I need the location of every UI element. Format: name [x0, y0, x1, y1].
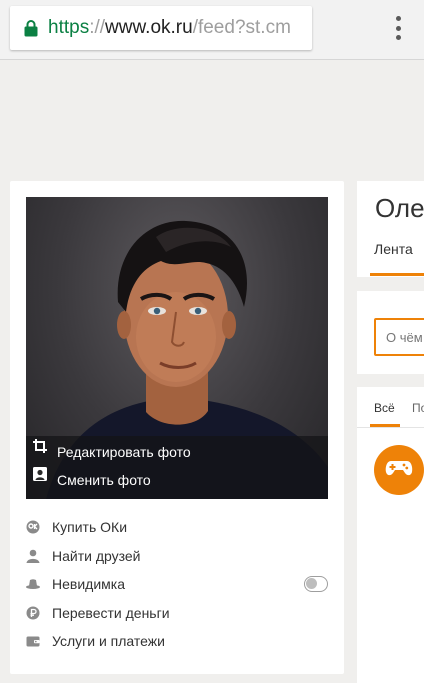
gamepad-icon [385, 458, 413, 483]
change-photo-button[interactable]: Сменить фото [32, 466, 151, 494]
tab-feed[interactable]: Лента [374, 241, 413, 257]
overflow-menu-icon[interactable] [388, 14, 408, 42]
address-bar[interactable]: https://www.ok.ru/feed?st.cm [10, 6, 312, 50]
browser-toolbar: https://www.ok.ru/feed?st.cm [0, 0, 424, 60]
url-path: /feed?st.cm [192, 17, 291, 38]
divider [357, 427, 424, 428]
menu-item-find-friends[interactable]: Найти друзей [26, 542, 328, 571]
ok-coins-icon [26, 520, 40, 534]
invisible-toggle[interactable] [304, 576, 328, 592]
menu-item-transfer-money[interactable]: Перевести деньги [26, 599, 328, 628]
menu-item-label: Перевести деньги [52, 604, 170, 621]
crop-icon [32, 439, 48, 460]
menu-item-label: Невидимка [52, 576, 125, 593]
photo-actions-overlay: Редактировать фото Сменить фото [26, 436, 328, 499]
hat-icon [26, 577, 40, 591]
lock-icon [24, 19, 38, 37]
menu-item-label: Купить ОКи [52, 519, 128, 536]
feed-filter-next[interactable]: По [412, 401, 424, 415]
game-avatar[interactable] [374, 445, 424, 495]
url-separator: :// [89, 17, 106, 38]
ruble-icon [26, 606, 40, 620]
post-composer-card: О чём [357, 291, 424, 374]
url-text: https://www.ok.ru/feed?st.cm [48, 17, 291, 39]
user-name[interactable]: Оле [375, 193, 424, 224]
menu-item-services-payments[interactable]: Услуги и платежи [26, 627, 328, 656]
portrait-icon [32, 467, 48, 488]
menu-item-label: Услуги и платежи [52, 633, 165, 650]
feed-card: Всё По [357, 387, 424, 683]
profile-card: Редактировать фото Сменить фото Купить О… [10, 181, 344, 674]
url-host: www.ok.ru [105, 17, 193, 38]
active-tab-indicator [370, 273, 424, 276]
person-icon [26, 549, 40, 563]
profile-photo[interactable]: Редактировать фото Сменить фото [26, 197, 328, 499]
edit-photo-label: Редактировать фото [57, 444, 191, 460]
menu-item-invisible[interactable]: Невидимка [26, 570, 328, 599]
edit-photo-button[interactable]: Редактировать фото [32, 438, 191, 466]
post-input[interactable]: О чём [374, 318, 424, 356]
wallet-icon [26, 634, 40, 648]
menu-item-buy-ok[interactable]: Купить ОКи [26, 513, 328, 542]
user-header-card: Оле Лента [357, 181, 424, 277]
profile-menu: Купить ОКи Найти друзей Невидимка Переве… [26, 513, 328, 656]
menu-item-label: Найти друзей [52, 547, 141, 564]
feed-filter-all[interactable]: Всё [374, 401, 395, 415]
change-photo-label: Сменить фото [57, 472, 151, 488]
url-scheme: https [48, 17, 90, 38]
